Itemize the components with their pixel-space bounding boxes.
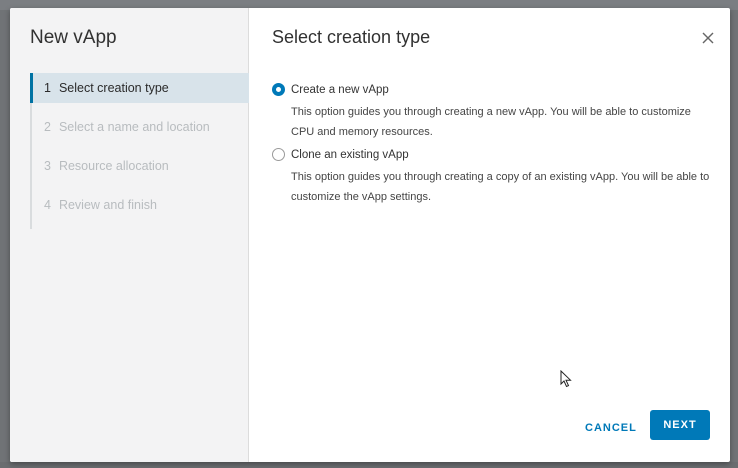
step-number: 3	[44, 159, 51, 173]
page-title: Select creation type	[272, 27, 431, 47]
step-select-creation-type[interactable]: 1 Select creation type	[30, 73, 249, 103]
radio-clone-existing-vapp[interactable]	[272, 148, 285, 161]
cancel-button[interactable]: CANCEL	[585, 418, 637, 438]
background-right-edge	[730, 10, 738, 462]
step-select-name-location: 2 Select a name and location	[32, 112, 249, 142]
background-left-edge	[0, 10, 10, 462]
step-review-finish: 4 Review and finish	[32, 190, 249, 220]
wizard-steps: 1 Select creation type 2 Select a name a…	[30, 73, 249, 229]
step-label: Review and finish	[58, 198, 157, 212]
close-icon	[702, 32, 714, 44]
option-description: This option guides you through creating …	[291, 106, 691, 138]
step-number: 2	[44, 120, 51, 134]
mouse-pointer-icon	[560, 370, 572, 388]
wizard-nav: New vApp 1 Select creation type 2 Select…	[10, 8, 249, 462]
option-label: Create a new vApp	[291, 83, 389, 96]
option-clone-existing-vapp[interactable]: Clone an existing vApp This option guide…	[272, 148, 711, 207]
step-label: Resource allocation	[58, 159, 169, 173]
close-button[interactable]	[698, 28, 718, 48]
next-button[interactable]: NEXT	[650, 410, 710, 440]
wizard-content: Select creation type Create a new vApp T…	[249, 8, 730, 462]
wizard-title: New vApp	[30, 27, 117, 48]
option-create-new-vapp[interactable]: Create a new vApp This option guides you…	[272, 83, 711, 142]
step-number: 4	[44, 198, 51, 212]
radio-create-new-vapp[interactable]	[272, 83, 285, 96]
step-number: 1	[44, 81, 51, 95]
option-description: This option guides you through creating …	[291, 171, 710, 203]
step-resource-allocation: 3 Resource allocation	[32, 151, 249, 181]
new-vapp-dialog: New vApp 1 Select creation type 2 Select…	[10, 8, 730, 462]
option-label: Clone an existing vApp	[291, 148, 409, 161]
step-label: Select a name and location	[58, 120, 210, 134]
background-bottom-edge	[0, 462, 738, 468]
step-label: Select creation type	[58, 81, 169, 95]
